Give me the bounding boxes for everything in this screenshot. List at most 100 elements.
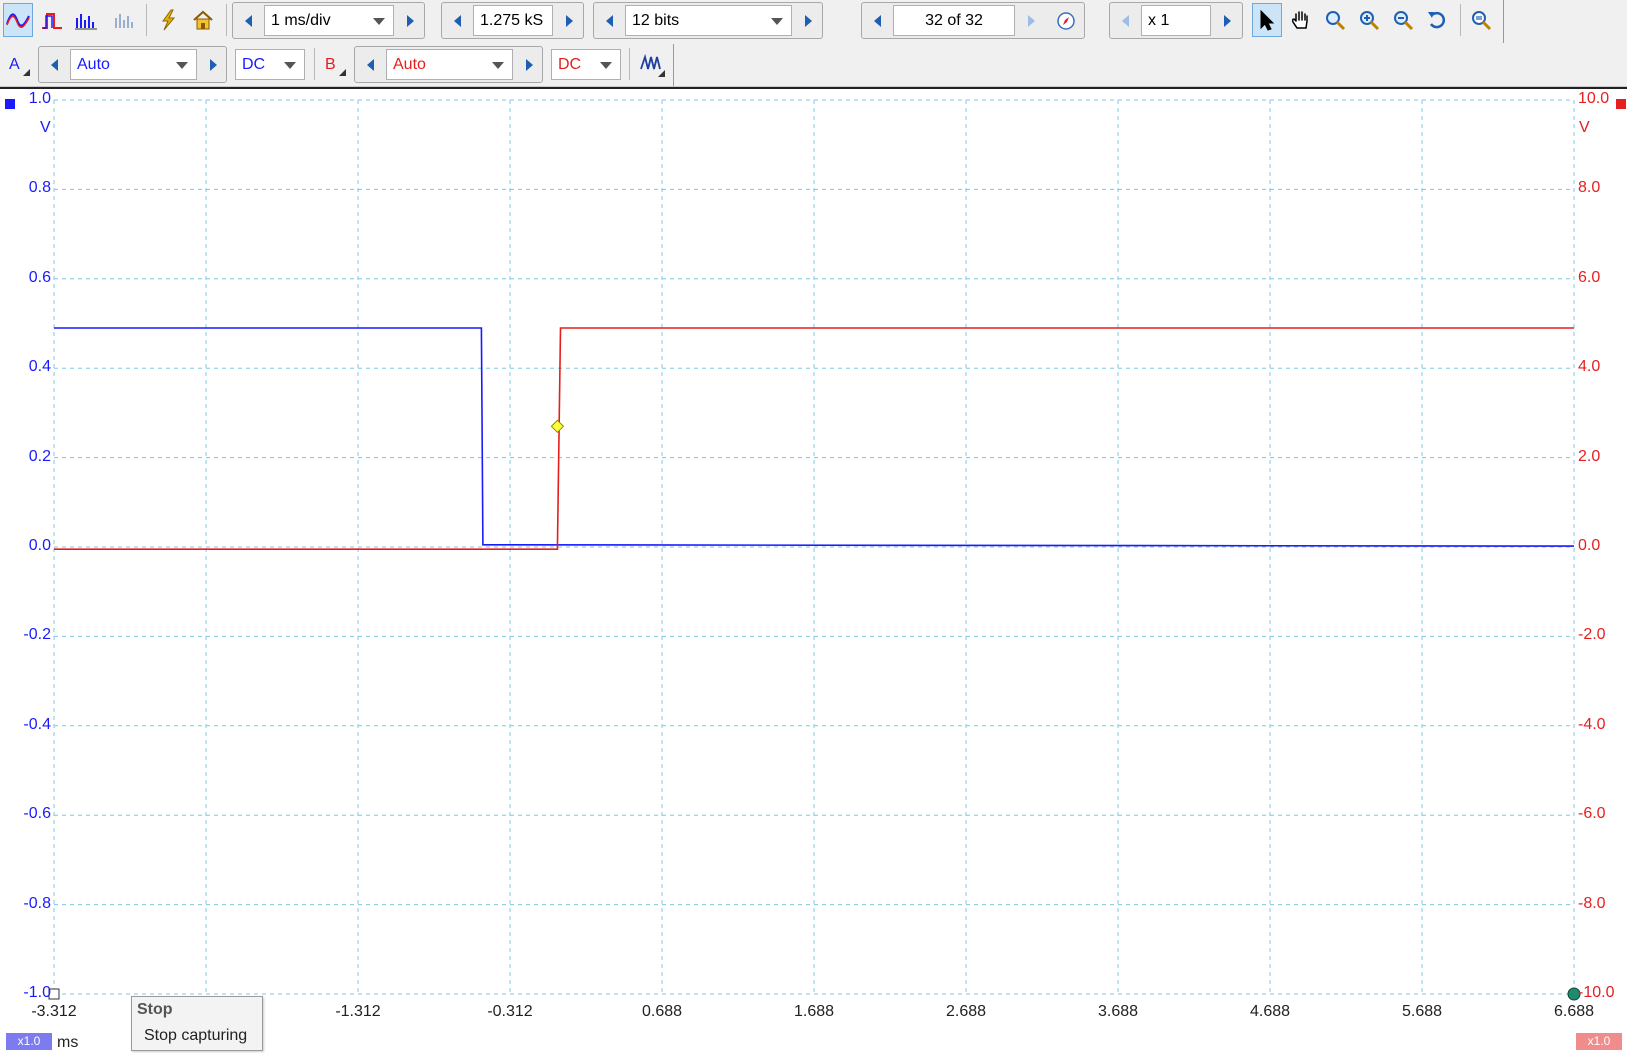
channel-b-scale-badge[interactable]: x1.0 [1576,1033,1622,1050]
left-axis-tick-label: 1.0 [28,90,51,107]
spectrum-persistence-icon[interactable] [109,3,139,37]
x-axis-unit: ms [57,1034,79,1051]
left-axis-tick-label: 0.4 [28,358,51,376]
buffer-previous-button[interactable] [862,3,892,38]
timebase-increase-button[interactable] [395,3,425,38]
scope-chart[interactable] [0,89,1627,1053]
persistence-mode-icon[interactable] [37,3,67,37]
left-axis-tick-label: -0.6 [23,805,51,823]
x-axis-tick-label: 4.688 [1249,1003,1291,1020]
spectrum-mode-icon[interactable] [71,3,101,37]
buffer-value: 32 of 32 [925,12,983,29]
x-axis-tick-label: 3.688 [1097,1003,1139,1020]
channel-a-range-decrease-button[interactable] [39,47,69,82]
channel-b-coupling-select[interactable]: DC [551,49,621,80]
zoom-out-button[interactable] [1388,3,1418,37]
right-axis-tick-label: 8.0 [1578,179,1601,197]
right-arrow-icon [209,58,217,71]
right-axis-tick-label: -6.0 [1578,805,1606,823]
signal-generator-icon[interactable] [153,3,183,37]
math-channels-button[interactable] [636,49,668,81]
channel-a-range-value: Auto [77,56,110,73]
left-axis-tick-label: 0.8 [28,179,51,197]
chevron-down-icon [600,62,612,69]
chevron-down-icon [176,62,188,69]
x-axis-tick-label: 0.688 [641,1003,683,1020]
right-axis-tick-label: 10.0 [1578,90,1610,107]
home-icon[interactable] [188,3,218,37]
undo-zoom-button[interactable] [1422,3,1452,37]
x-axis-tick-label: 1.688 [793,1003,835,1020]
zoom-region-button[interactable] [1320,3,1350,37]
magnifier-icon [1326,11,1346,31]
channel-a-options-button[interactable]: A [4,51,32,79]
right-axis-tick-label: -10.0 [1578,984,1615,1001]
left-arrow-icon [873,14,881,27]
chevron-down-icon [771,18,783,25]
buffer-next-button[interactable] [1016,3,1046,38]
x-axis-tick-label: -1.312 [335,1003,381,1020]
channel-b-options-button[interactable]: B [320,51,348,79]
resolution-decrease-button[interactable] [594,3,624,38]
x-axis-tick-label: -0.312 [487,1003,533,1020]
zoom-overview-button[interactable] [1466,3,1496,37]
buffer-navigation: 32 of 32 [861,2,1085,39]
left-axis-tick-label: 0.0 [28,537,51,554]
channel-a-label: A [9,56,20,73]
channel-b-range-decrease-button[interactable] [355,47,385,82]
left-arrow-icon [453,14,461,27]
right-arrow-icon [1027,14,1035,27]
right-axis-tick-label: 6.0 [1578,268,1601,286]
x-axis-tick-label: 6.688 [1553,1003,1595,1020]
chevron-down-icon [373,18,385,25]
x-axis-tick-label: 2.688 [945,1003,987,1020]
trigger-marker [550,419,565,434]
channel-b-range-select[interactable]: Auto [386,49,513,80]
channel-a-coupling-select[interactable]: DC [235,49,305,80]
stop-tooltip: Stop Stop capturing [131,996,263,1051]
zoom-in-button[interactable] [1354,3,1384,37]
samples-increase-button[interactable] [554,3,584,38]
hand-tool-button[interactable] [1286,3,1316,37]
right-arrow-icon [406,14,414,27]
channel-a-range-control: Auto [38,46,227,83]
left-axis-tick-label: -0.2 [23,626,51,644]
x-axis-tick-label: 5.688 [1401,1003,1443,1020]
resolution-value: 12 bits [632,12,680,29]
scope-mode-icon[interactable] [3,3,33,37]
right-axis-tick-label: 4.0 [1578,358,1601,376]
channel-a-range-select[interactable]: Auto [70,49,197,80]
left-axis-tick-label: -1.0 [23,984,51,1001]
hand-icon [1291,11,1308,29]
timebase-decrease-button[interactable] [233,3,263,38]
zoom-factor-decrease-button[interactable] [1110,3,1140,38]
left-axis-tick-label: 0.2 [28,447,51,465]
left-arrow-icon [366,58,374,71]
tooltip-title: Stop [137,1001,173,1018]
samples-decrease-button[interactable] [442,3,472,38]
scope-view[interactable]: V V 1.0 0.8 0.6 0.4 0.2 0.0 -0.2 -0.4 -0.6 -0.8 -1… [0,87,1627,1053]
zoom-factor-field[interactable]: x 1 [1141,5,1211,36]
main-toolbar: 1 ms/div 1.275 kS 12 bits 32 of 32 x 1 [0,0,1627,43]
channel-a-range-increase-button[interactable] [198,47,228,82]
channel-b-range-increase-button[interactable] [514,47,544,82]
right-axis-tick-label: -8.0 [1578,894,1606,912]
buffer-field[interactable]: 32 of 32 [893,5,1015,36]
resolution-increase-button[interactable] [793,3,823,38]
zoom-factor-value: x 1 [1148,12,1170,29]
channel-b-label: B [325,56,336,73]
left-axis-tick-label: -0.4 [23,715,51,733]
tooltip-text: Stop capturing [144,1027,248,1044]
buffer-navigator-button[interactable] [1051,3,1081,38]
right-axis-tick-label: -4.0 [1578,715,1606,733]
right-axis-tick-label: -2.0 [1578,626,1606,644]
samples-field[interactable]: 1.275 kS [473,5,553,36]
timebase-select[interactable]: 1 ms/div [264,5,394,36]
channel-b-axis-marker[interactable] [1616,99,1626,109]
undo-icon [1428,11,1446,29]
zoom-factor-increase-button[interactable] [1212,3,1242,38]
samples-value: 1.275 kS [480,12,544,29]
channel-a-scale-badge[interactable]: x1.0 [6,1033,52,1050]
pointer-tool-button[interactable] [1252,3,1282,37]
resolution-select[interactable]: 12 bits [625,5,792,36]
